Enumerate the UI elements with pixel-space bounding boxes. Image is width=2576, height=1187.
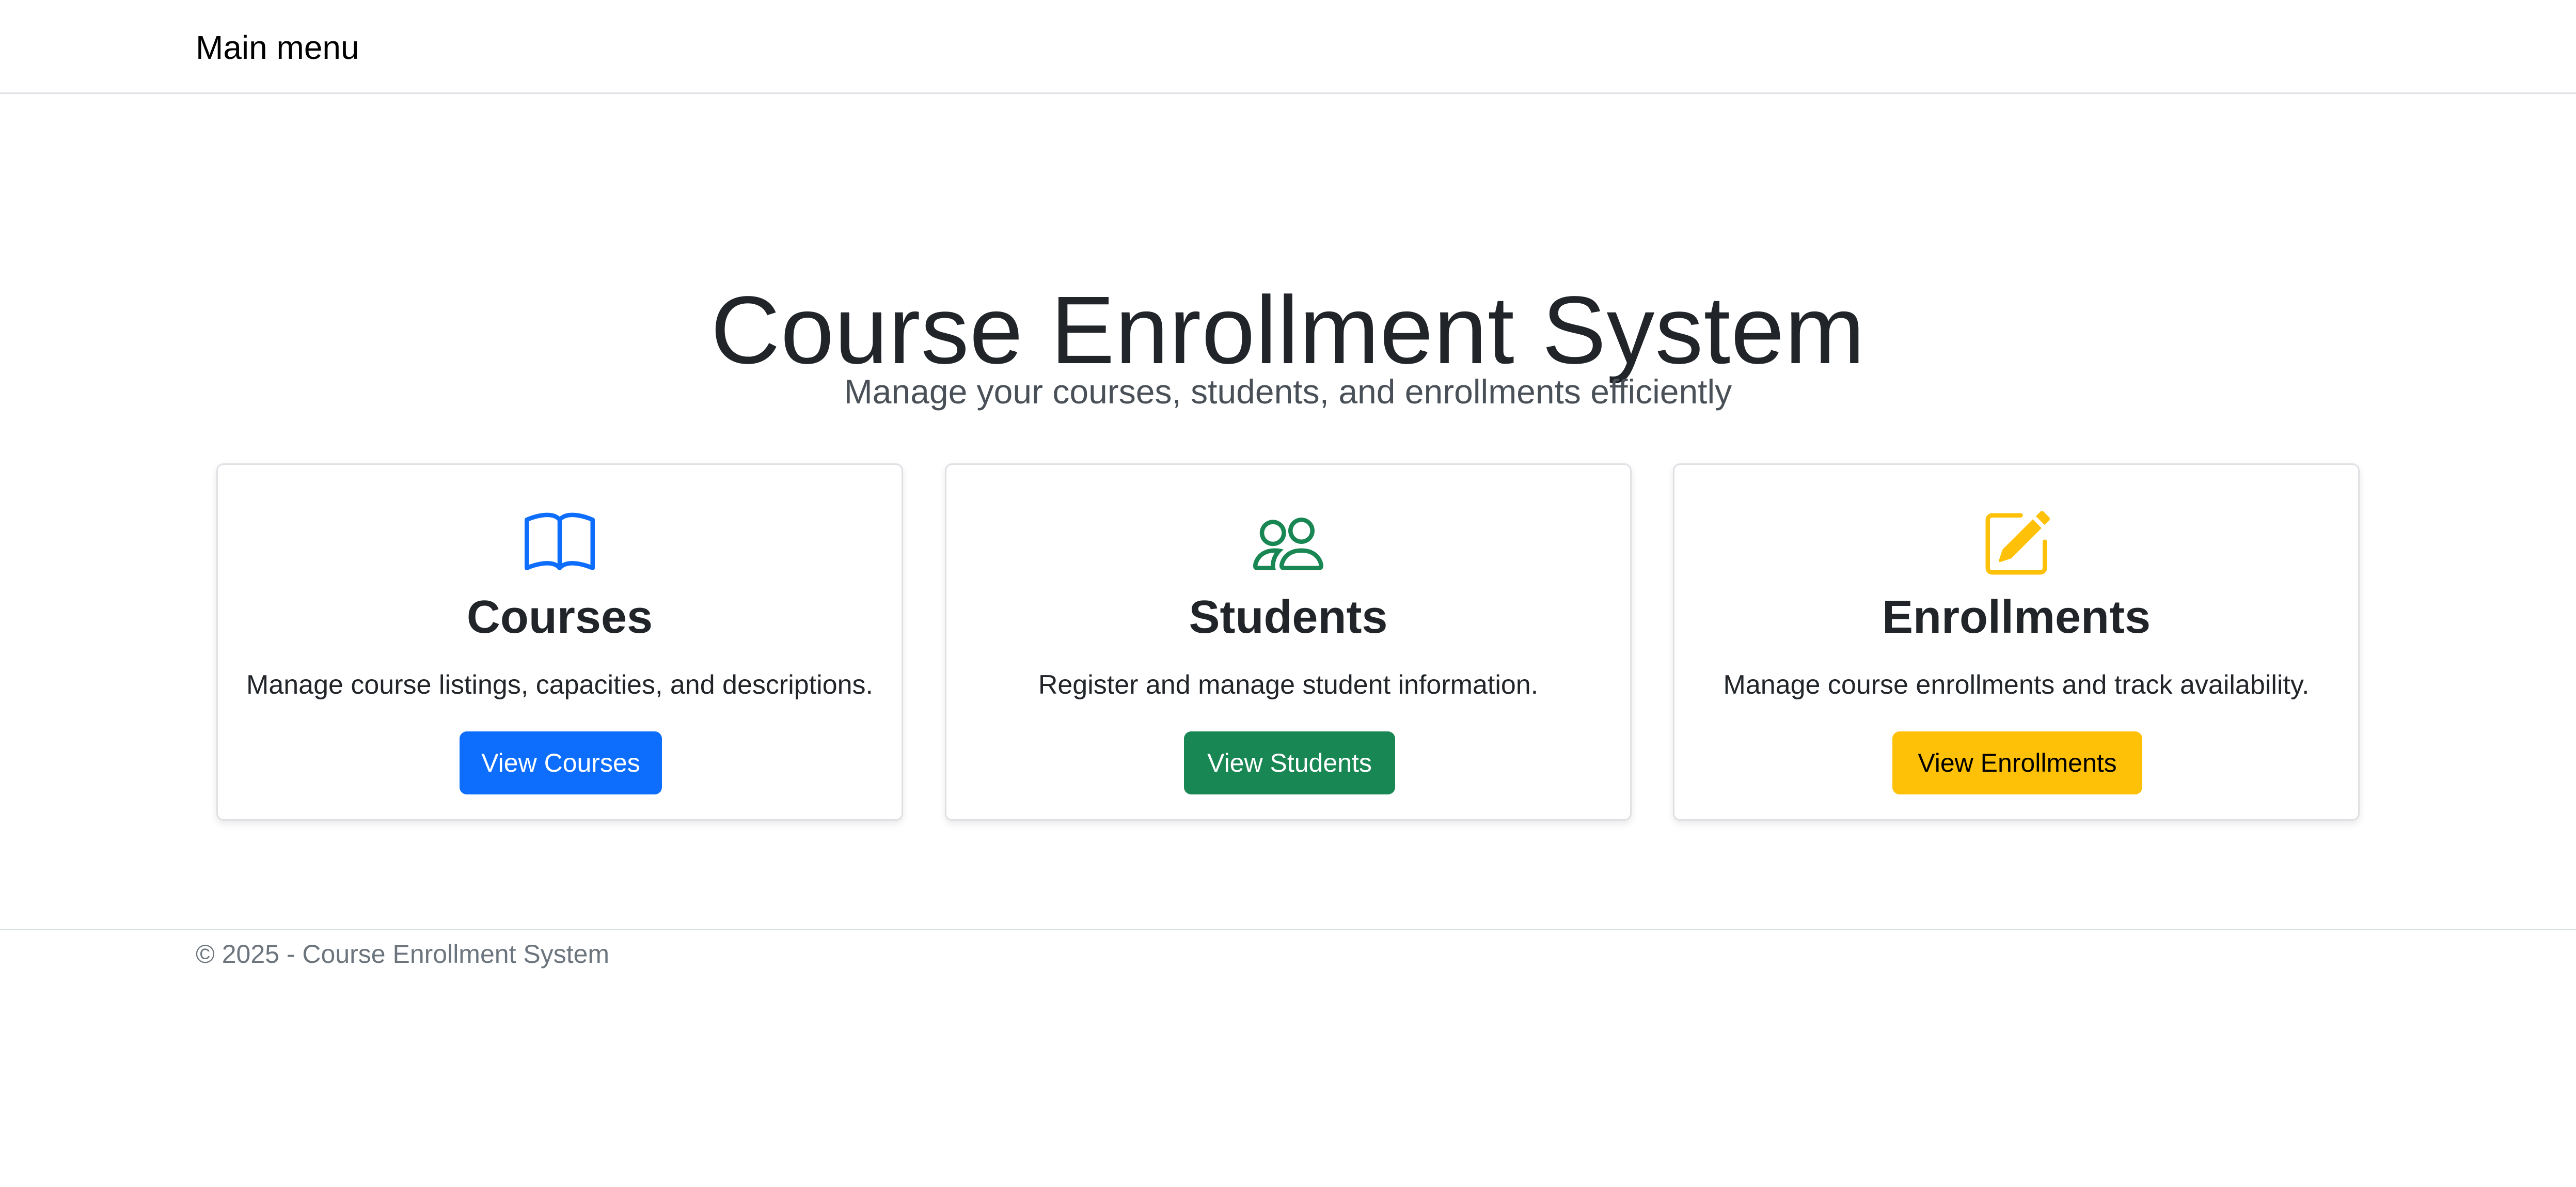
view-enrollments-button[interactable]: View Enrollments: [1892, 731, 2142, 794]
enrollments-card: Enrollments Manage course enrollments an…: [1673, 463, 2360, 821]
people-icon: [946, 509, 1630, 579]
card-title: Enrollments: [1882, 591, 2151, 643]
view-students-button[interactable]: View Students: [1184, 731, 1395, 794]
card-title: Courses: [466, 591, 653, 643]
book-icon: [218, 509, 902, 579]
page-subtitle: Manage your courses, students, and enrol…: [844, 372, 1732, 411]
card-description: Manage course enrollments and track avai…: [1723, 670, 2310, 700]
courses-card: Courses Manage course listings, capaciti…: [216, 463, 903, 821]
students-card: Students Register and manage student inf…: [945, 463, 1632, 821]
footer: © 2025 - Course Enrollment System: [0, 929, 2576, 969]
pencil-square-icon: [1674, 509, 2358, 579]
card-title: Students: [1189, 591, 1388, 643]
main-menu-link[interactable]: Main menu: [196, 27, 359, 68]
card-description: Manage course listings, capacities, and …: [246, 670, 873, 700]
view-courses-button[interactable]: View Courses: [460, 731, 662, 794]
copyright-text: © 2025 - Course Enrollment System: [196, 940, 610, 969]
navbar: Main menu: [0, 0, 2576, 94]
card-description: Register and manage student information.: [1038, 670, 1539, 700]
